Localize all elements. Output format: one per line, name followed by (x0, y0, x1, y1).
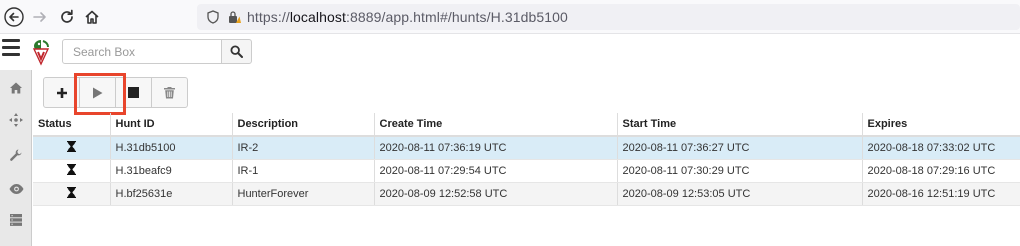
start-time-cell: 2020-08-11 07:36:27 UTC (617, 136, 863, 160)
eye-icon (9, 184, 23, 194)
status-cell (33, 136, 111, 160)
hourglass-icon (66, 163, 76, 175)
column-header-status[interactable]: Status (33, 113, 111, 137)
insecure-lock-icon (229, 11, 241, 23)
wrench-icon (10, 149, 22, 161)
sidebar (0, 70, 32, 246)
table-header-row: Status Hunt ID Description Create Time S… (33, 113, 1020, 137)
hunt-id-cell: H.31beafc9 (110, 159, 233, 183)
sidebar-item-server-events[interactable] (0, 204, 32, 236)
hourglass-icon (66, 186, 76, 198)
reload-icon (61, 9, 73, 23)
home-icon (10, 82, 22, 94)
start-time-cell: 2020-08-09 12:53:05 UTC (617, 182, 863, 206)
table-row[interactable]: H.31beafc9 IR-1 2020-08-11 07:29:54 UTC … (33, 159, 1020, 183)
url-text: https://localhost:8889/app.html#/hunts/H… (247, 9, 568, 25)
shield-icon (207, 10, 219, 24)
browser-toolbar: https://localhost:8889/app.html#/hunts/H… (0, 0, 1020, 34)
create-time-cell: 2020-08-09 12:52:58 UTC (374, 182, 618, 206)
sidebar-item-server-artifacts[interactable] (0, 139, 32, 171)
create-time-cell: 2020-08-11 07:29:54 UTC (374, 159, 618, 183)
create-time-cell: 2020-08-11 07:36:19 UTC (374, 136, 618, 160)
hunt-id-cell: H.bf25631e (110, 182, 233, 206)
search-icon (230, 45, 243, 58)
server-icon (10, 214, 22, 226)
forward-arrow-icon (33, 12, 46, 22)
search-input[interactable] (62, 39, 222, 64)
description-cell: IR-2 (232, 136, 375, 160)
trash-icon (164, 86, 175, 98)
sidebar-item-home[interactable] (0, 72, 32, 104)
browser-home-icon (85, 10, 99, 24)
table-row[interactable]: H.31db5100 IR-2 2020-08-11 07:36:19 UTC … (33, 136, 1020, 160)
hunts-table: Status Hunt ID Description Create Time S… (33, 113, 1020, 206)
back-arrow-icon (4, 7, 24, 27)
forward-button[interactable] (29, 6, 51, 28)
status-cell (33, 159, 111, 183)
hamburger-menu-icon[interactable] (2, 39, 20, 57)
start-time-cell: 2020-08-11 07:30:29 UTC (617, 159, 863, 183)
expires-cell: 2020-08-18 07:29:16 UTC (862, 159, 1020, 183)
plus-icon (56, 87, 67, 98)
search-button[interactable] (221, 39, 252, 64)
sidebar-item-event-monitoring[interactable] (0, 173, 32, 205)
url-bar[interactable]: https://localhost:8889/app.html#/hunts/H… (197, 4, 1020, 30)
expires-cell: 2020-08-18 07:33:02 UTC (862, 136, 1020, 160)
delete-hunt-button[interactable] (151, 77, 188, 108)
column-header-create-time[interactable]: Create Time (374, 113, 618, 137)
run-hunt-highlight (74, 73, 126, 115)
back-button[interactable] (3, 6, 25, 28)
velociraptor-logo (32, 40, 50, 66)
column-header-hunt-id[interactable]: Hunt ID (110, 113, 233, 137)
column-header-description[interactable]: Description (232, 113, 375, 137)
expires-cell: 2020-08-16 12:51:19 UTC (862, 182, 1020, 206)
hunt-id-cell: H.31db5100 (110, 136, 233, 160)
home-button[interactable] (81, 6, 103, 28)
stop-icon (128, 87, 139, 98)
column-header-expires[interactable]: Expires (862, 113, 1020, 137)
description-cell: IR-1 (232, 159, 375, 183)
app-header (0, 34, 1020, 70)
column-header-start-time[interactable]: Start Time (617, 113, 863, 137)
sidebar-item-hunts[interactable] (0, 104, 32, 136)
table-row[interactable]: H.bf25631e HunterForever 2020-08-09 12:5… (33, 182, 1020, 206)
reload-button[interactable] (56, 6, 78, 28)
status-cell (33, 182, 111, 206)
crosshair-icon (9, 113, 23, 127)
hourglass-icon (66, 140, 76, 152)
description-cell: HunterForever (232, 182, 375, 206)
